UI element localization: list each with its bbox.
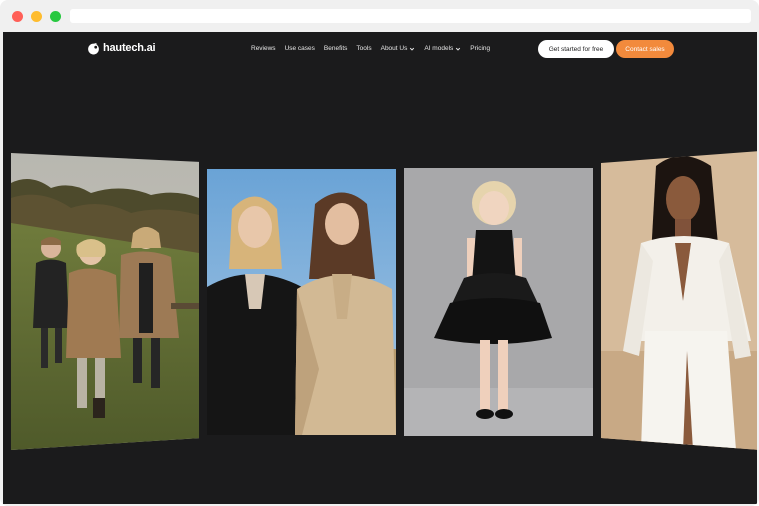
browser-window: hautech.ai Reviews Use cases Benefits To…: [0, 0, 759, 506]
minimize-window-button[interactable]: [31, 11, 42, 22]
close-window-button[interactable]: [12, 11, 23, 22]
main-nav: Reviews Use cases Benefits Tools About U…: [251, 45, 490, 52]
gallery-image-women-blazers[interactable]: [207, 169, 396, 435]
girl-tulle-dress-photo: [404, 168, 593, 436]
women-blazers-photo: [207, 169, 396, 435]
brand-name: hautech.ai: [103, 42, 156, 54]
nav-about-us[interactable]: About Us: [381, 45, 416, 52]
nav-label: Use cases: [284, 45, 315, 52]
contact-sales-button[interactable]: Contact sales: [616, 40, 674, 58]
nav-ai-models[interactable]: AI models: [424, 45, 461, 52]
nav-reviews[interactable]: Reviews: [251, 45, 276, 52]
nav-tools[interactable]: Tools: [356, 45, 371, 52]
logo-icon: [88, 42, 99, 54]
brand-logo[interactable]: hautech.ai: [87, 40, 156, 56]
get-started-button[interactable]: Get started for free: [538, 40, 614, 58]
woman-white-outfit-photo: [601, 151, 757, 450]
nav-benefits[interactable]: Benefits: [324, 45, 348, 52]
nav-label: Benefits: [323, 45, 348, 52]
nav-label: Reviews: [251, 45, 276, 52]
nav-label: Pricing: [470, 45, 491, 52]
nav-pricing[interactable]: Pricing: [470, 45, 490, 52]
gallery-image-girl-tulle-dress[interactable]: [404, 168, 593, 436]
nav-use-cases[interactable]: Use cases: [285, 45, 315, 52]
page-viewport: hautech.ai Reviews Use cases Benefits To…: [3, 32, 757, 504]
children-field-photo: [11, 153, 199, 450]
gallery-image-children-field[interactable]: [11, 153, 199, 450]
nav-label: AI models: [424, 45, 454, 52]
address-bar[interactable]: [70, 9, 751, 23]
nav-label: Tools: [356, 45, 372, 52]
gallery-image-woman-white-outfit[interactable]: [601, 151, 757, 450]
chevron-down-icon: [456, 47, 461, 51]
browser-toolbar: [0, 0, 759, 32]
nav-label: About Us: [380, 45, 408, 52]
maximize-window-button[interactable]: [50, 11, 61, 22]
chevron-down-icon: [410, 47, 415, 51]
